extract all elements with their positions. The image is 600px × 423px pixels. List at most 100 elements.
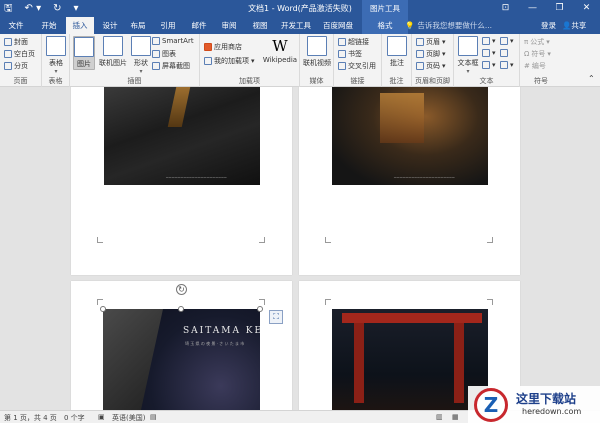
page-info[interactable]: 第 1 页，共 4 页 [4, 413, 57, 423]
document-area[interactable]: ───────────────────── ──────────────────… [0, 87, 600, 410]
proofing-icon[interactable]: ▣ [98, 413, 105, 421]
share-button[interactable]: 👤共享 [562, 18, 598, 33]
symbol-label: 符号 [531, 50, 546, 58]
store-button[interactable]: 应用商店 [204, 42, 242, 52]
layout-options-icon[interactable]: ⛶ [269, 310, 283, 324]
wordart-button[interactable]: ▾ [482, 49, 496, 57]
object-button[interactable]: ▾ [500, 61, 514, 69]
pi-icon: π [524, 38, 529, 46]
ribbon: 封面 空白页 分页 页面 表格 ▾ 表格 图片 联机图片 形状 ▾ SmartArt… [0, 34, 600, 87]
chevron-down-icon: ▾ [546, 38, 550, 46]
numbering-icon: # [524, 62, 530, 70]
hyperlink-label: 超链接 [348, 38, 369, 46]
tab-references[interactable]: 引用 [156, 17, 180, 34]
chevron-down-icon: ▾ [547, 50, 551, 58]
group-label-table: 表格 [48, 77, 63, 85]
page-break-label: 分页 [14, 62, 28, 70]
minimize-icon[interactable]: — [519, 0, 546, 17]
chevron-down-icon: ▾ [54, 68, 58, 75]
language[interactable]: 英语(美国) [112, 413, 145, 423]
picture-icon [74, 37, 94, 57]
tell-me-box[interactable]: 💡 告诉我您想要做什么... [405, 17, 492, 34]
bookmark-button[interactable]: 书签 [338, 49, 362, 59]
page-number-button[interactable]: 页码 ▾ [416, 61, 446, 71]
read-mode-icon[interactable]: ▥ [436, 413, 443, 421]
quick-parts-button[interactable]: ▾ [482, 37, 496, 45]
word-count[interactable]: 0 个字 [64, 413, 85, 423]
equation-label: 公式 [530, 38, 545, 46]
online-video-button[interactable]: 联机视频 [302, 36, 332, 68]
rotate-handle-icon[interactable]: ↻ [176, 284, 187, 295]
symbol-button[interactable]: Ω 符号 ▾ [524, 49, 551, 59]
chart-button[interactable]: 图表 [152, 49, 176, 59]
blank-page-button[interactable]: 空白页 [4, 49, 35, 59]
resize-handle[interactable] [178, 306, 184, 312]
resize-handle[interactable] [100, 306, 106, 312]
tab-layout[interactable]: 布局 [126, 17, 150, 34]
drop-cap-button[interactable]: ▾ [482, 61, 496, 69]
wordart-icon [482, 49, 490, 57]
footer-button[interactable]: 页脚 ▾ [416, 49, 446, 59]
smartart-icon [152, 37, 160, 45]
textbox-label: 文本框 [457, 59, 479, 67]
table-button[interactable]: 表格 ▾ [45, 36, 67, 75]
tab-format[interactable]: 格式 [362, 17, 408, 34]
my-addins-button[interactable]: 我的加载项 ▾ [204, 56, 255, 66]
chevron-down-icon: ▾ [510, 37, 514, 45]
share-label: 共享 [571, 21, 587, 30]
smartart-button[interactable]: SmartArt [152, 37, 194, 45]
night-building-image[interactable]: ───────────────────── [104, 87, 260, 185]
online-picture-button[interactable]: 联机图片 [98, 36, 128, 68]
comment-button[interactable]: 批注 [386, 36, 408, 68]
hyperlink-button[interactable]: 超链接 [338, 37, 369, 47]
print-layout-icon[interactable]: ▦ [452, 413, 459, 421]
saitama-image[interactable]: SAITAMA KEN 埼 玉 県 の 夜 景 · さ い た ま 市 [103, 309, 260, 410]
signature-line-button[interactable]: ▾ [500, 37, 514, 45]
tab-design[interactable]: 设计 [98, 17, 122, 34]
wikipedia-button[interactable]: W Wikipedia [262, 36, 298, 64]
equation-button[interactable]: π 公式 ▾ [524, 37, 550, 47]
tab-home[interactable]: 开始 [36, 17, 62, 34]
cover-page-label: 封面 [14, 38, 28, 46]
resize-handle[interactable] [257, 306, 263, 312]
torii-gate-image[interactable] [332, 309, 488, 410]
close-icon[interactable]: ✕ [573, 0, 600, 17]
screenshot-button[interactable]: 屏幕截图 [152, 61, 190, 71]
login-link[interactable]: 登录 [541, 17, 556, 34]
tab-review[interactable]: 审阅 [217, 17, 241, 34]
shapes-icon [131, 36, 151, 56]
chevron-down-icon: ▾ [442, 50, 446, 58]
ribbon-display-icon[interactable]: ⊡ [492, 0, 519, 17]
night-street-image[interactable]: ───────────────────── [332, 87, 488, 185]
table-label: 表格 [49, 59, 63, 67]
chart-icon [152, 50, 160, 58]
picture-button[interactable]: 图片 [73, 36, 95, 70]
tab-file[interactable]: 文件 [4, 17, 28, 34]
numbering-button[interactable]: # 编号 [524, 61, 546, 71]
ribbon-tabs: 文件 开始 插入 设计 布局 引用 邮件 审阅 视图 开发工具 百度网盘 格式 … [0, 17, 600, 34]
macro-icon[interactable]: ▤ [150, 413, 157, 421]
chevron-down-icon: ▾ [492, 61, 496, 69]
tab-view[interactable]: 视图 [248, 17, 272, 34]
logo-letter: Z [483, 393, 499, 417]
date-time-button[interactable] [500, 49, 508, 57]
page-break-button[interactable]: 分页 [4, 61, 28, 71]
video-icon [307, 36, 327, 56]
shapes-button[interactable]: 形状 ▾ [130, 36, 152, 75]
cover-page-button[interactable]: 封面 [4, 37, 28, 47]
collapse-ribbon-icon[interactable]: ⌃ [588, 74, 595, 83]
tab-developer[interactable]: 开发工具 [278, 17, 314, 34]
textbox-button[interactable]: 文本框 ▾ [456, 36, 480, 75]
tab-baidu-netdisk[interactable]: 百度网盘 [320, 17, 356, 34]
omega-icon: Ω [524, 50, 530, 58]
title-bar: 🖫 ↶ ▾ ↻ ▾ 文档1 - Word(产品激活失败) 图片工具 ⊡ — ❐ … [0, 0, 600, 17]
group-label-illustrations: 插图 [127, 77, 142, 85]
margin-mark [325, 237, 331, 243]
restore-icon[interactable]: ❐ [546, 0, 573, 17]
header-button[interactable]: 页眉 ▾ [416, 37, 446, 47]
cross-reference-button[interactable]: 交叉引用 [338, 61, 376, 71]
tab-mailings[interactable]: 邮件 [187, 17, 211, 34]
comment-label: 批注 [390, 59, 404, 67]
margin-mark [487, 299, 493, 305]
tab-insert[interactable]: 插入 [66, 17, 94, 34]
